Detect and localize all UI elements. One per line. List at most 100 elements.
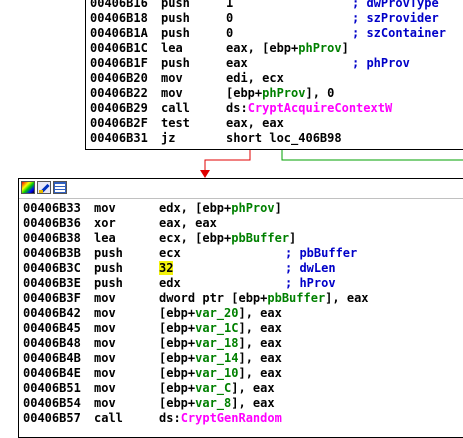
block-toolbar: [21, 181, 67, 196]
instruction-operands: 32: [159, 261, 174, 276]
instruction-mnemonic: mov: [94, 351, 116, 365]
instruction-operands: 0: [226, 26, 234, 40]
instruction-operands: eax, eax: [159, 216, 217, 230]
instruction-line[interactable]: 00406B1C lea eax, [ebp+phProv]: [90, 41, 463, 56]
instruction-address: 00406B4B: [23, 351, 81, 365]
instruction-operands: 1: [226, 0, 234, 10]
instruction-mnemonic: push: [94, 261, 123, 275]
list-view-icon[interactable]: [53, 181, 67, 194]
instruction-address: 00406B1C: [90, 41, 148, 55]
instruction-mnemonic: lea: [94, 231, 116, 245]
instruction-line[interactable]: 00406B20 mov edi, ecx: [90, 71, 463, 86]
edit-icon[interactable]: [37, 181, 51, 194]
operand-text: [ebp+: [159, 336, 196, 350]
instruction-address: 00406B29: [90, 101, 148, 115]
instruction-address: 00406B54: [23, 396, 81, 410]
operand-variable: var_8: [195, 396, 232, 410]
instruction-line[interactable]: 00406B1F push eax ; phProv: [90, 56, 463, 71]
instruction-line[interactable]: 00406B38 lea ecx, [ebp+pbBuffer]: [23, 231, 463, 246]
instruction-address: 00406B36: [23, 216, 81, 230]
instruction-line[interactable]: 00406B3B push ecx ; pbBuffer: [23, 246, 463, 261]
instruction-line[interactable]: 00406B4B mov [ebp+var_14], eax: [23, 351, 463, 366]
instruction-address: 00406B2F: [90, 116, 148, 130]
instruction-address: 00406B38: [23, 231, 81, 245]
operand-text: [ebp+: [159, 351, 196, 365]
instruction-mnemonic: mov: [94, 291, 116, 305]
basic-block-gen-random[interactable]: 00406B33 mov edx, [ebp+phProv] 00406B36 xor e…: [18, 178, 463, 438]
false-branch-arrowhead: [200, 170, 210, 178]
instruction-address: 00406B3B: [23, 246, 81, 260]
instruction-mnemonic: test: [161, 116, 190, 130]
instruction-line[interactable]: 00406B36 xor eax, eax: [23, 216, 463, 231]
instruction-mnemonic: call: [94, 411, 123, 425]
instruction-address: 00406B22: [90, 86, 148, 100]
operand-text: eax, [ebp+: [226, 41, 299, 55]
instruction-line[interactable]: 00406B3E push edx ; hProv: [23, 276, 463, 291]
instruction-address: 00406B57: [23, 411, 81, 425]
instruction-line[interactable]: 00406B18 push 0 ; szProvider: [90, 11, 463, 26]
instruction-line[interactable]: 00406B42 mov [ebp+var_20], eax: [23, 306, 463, 321]
instruction-address: 00406B18: [90, 11, 148, 25]
operand-text: ], eax: [238, 366, 282, 380]
instruction-address: 00406B4E: [23, 366, 81, 380]
instruction-line[interactable]: 00406B22 mov [ebp+phProv], 0: [90, 86, 463, 101]
false-branch-edge: [204, 150, 251, 172]
instruction-operands: [ebp+var_8], eax: [159, 396, 275, 411]
instruction-operands: 0: [226, 11, 234, 25]
instruction-mnemonic: mov: [94, 381, 116, 395]
instruction-line[interactable]: 00406B57 call ds:CryptGenRandom: [23, 411, 463, 426]
instruction-list: 00406B33 mov edx, [ebp+phProv] 00406B36 xor e…: [23, 201, 463, 426]
instruction-mnemonic: mov: [94, 336, 116, 350]
instruction-mnemonic: push: [161, 26, 190, 40]
instruction-operands: edi, ecx: [226, 71, 284, 85]
instruction-line[interactable]: 00406B4E mov [ebp+var_10], eax: [23, 366, 463, 381]
instruction-line[interactable]: 00406B45 mov [ebp+var_1C], eax: [23, 321, 463, 336]
instruction-line[interactable]: 00406B54 mov [ebp+var_8], eax: [23, 396, 463, 411]
operand-variable: var_18: [195, 336, 239, 350]
instruction-comment: ; szProvider: [352, 11, 439, 25]
operand-text: [ebp+: [159, 321, 196, 335]
instruction-line[interactable]: 00406B3C push 32 ; dwLen: [23, 261, 463, 276]
operand-text: edx, [ebp+: [159, 201, 232, 215]
operand-text: ecx, [ebp+: [159, 231, 232, 245]
operand-text: ], eax: [325, 291, 369, 305]
instruction-line[interactable]: 00406B29 call ds:CryptAcquireContextW: [90, 101, 463, 116]
instruction-line[interactable]: 00406B48 mov [ebp+var_18], eax: [23, 336, 463, 351]
operand-text: ], eax: [231, 396, 275, 410]
instruction-address: 00406B48: [23, 336, 81, 350]
instruction-operands: eax, [ebp+phProv]: [226, 41, 349, 56]
operand-text: ]: [289, 231, 297, 245]
toolbar-divider: [19, 198, 463, 199]
instruction-operands: short loc_406B98: [226, 131, 342, 145]
instruction-comment: ; dwLen: [285, 261, 336, 275]
basic-block-acquire-context[interactable]: 00406B16 push 1 ; dwProvType 00406B18 push 0 ; …: [85, 0, 463, 150]
operand-text: ], eax: [238, 351, 282, 365]
instruction-operands: [ebp+var_18], eax: [159, 336, 282, 351]
operand-variable: phProv: [262, 86, 306, 100]
instruction-line[interactable]: 00406B2F test eax, eax: [90, 116, 463, 131]
instruction-address: 00406B42: [23, 306, 81, 320]
instruction-line[interactable]: 00406B51 mov [ebp+var_C], eax: [23, 381, 463, 396]
operand-variable: var_10: [195, 366, 239, 380]
instruction-line[interactable]: 00406B16 push 1 ; dwProvType: [90, 0, 463, 11]
instruction-comment: ; pbBuffer: [285, 246, 358, 260]
instruction-mnemonic: jz: [161, 131, 176, 145]
operand-variable: var_1C: [195, 321, 239, 335]
operand-variable: pbBuffer: [231, 231, 290, 245]
instruction-address: 00406B1A: [90, 26, 148, 40]
instruction-list: 00406B16 push 1 ; dwProvType 00406B18 push 0 ; …: [90, 0, 463, 146]
graph-overview-icon[interactable]: [21, 181, 35, 194]
instruction-line[interactable]: 00406B1A push 0 ; szContainer: [90, 26, 463, 41]
instruction-line[interactable]: 00406B3F mov dword ptr [ebp+pbBuffer], eax: [23, 291, 463, 306]
instruction-line[interactable]: 00406B31 jz short loc_406B98: [90, 131, 463, 146]
true-branch-edge: [281, 150, 463, 161]
instruction-line[interactable]: 00406B33 mov edx, [ebp+phProv]: [23, 201, 463, 216]
instruction-mnemonic: xor: [94, 216, 116, 230]
instruction-operands: ds:CryptAcquireContextW: [226, 101, 392, 116]
operand-variable: var_14: [195, 351, 239, 365]
instruction-address: 00406B31: [90, 131, 148, 145]
instruction-mnemonic: mov: [161, 86, 183, 100]
instruction-comment: ; dwProvType: [352, 0, 439, 10]
operand-text: ds:: [159, 411, 181, 425]
instruction-operands: [ebp+phProv], 0: [226, 86, 334, 101]
